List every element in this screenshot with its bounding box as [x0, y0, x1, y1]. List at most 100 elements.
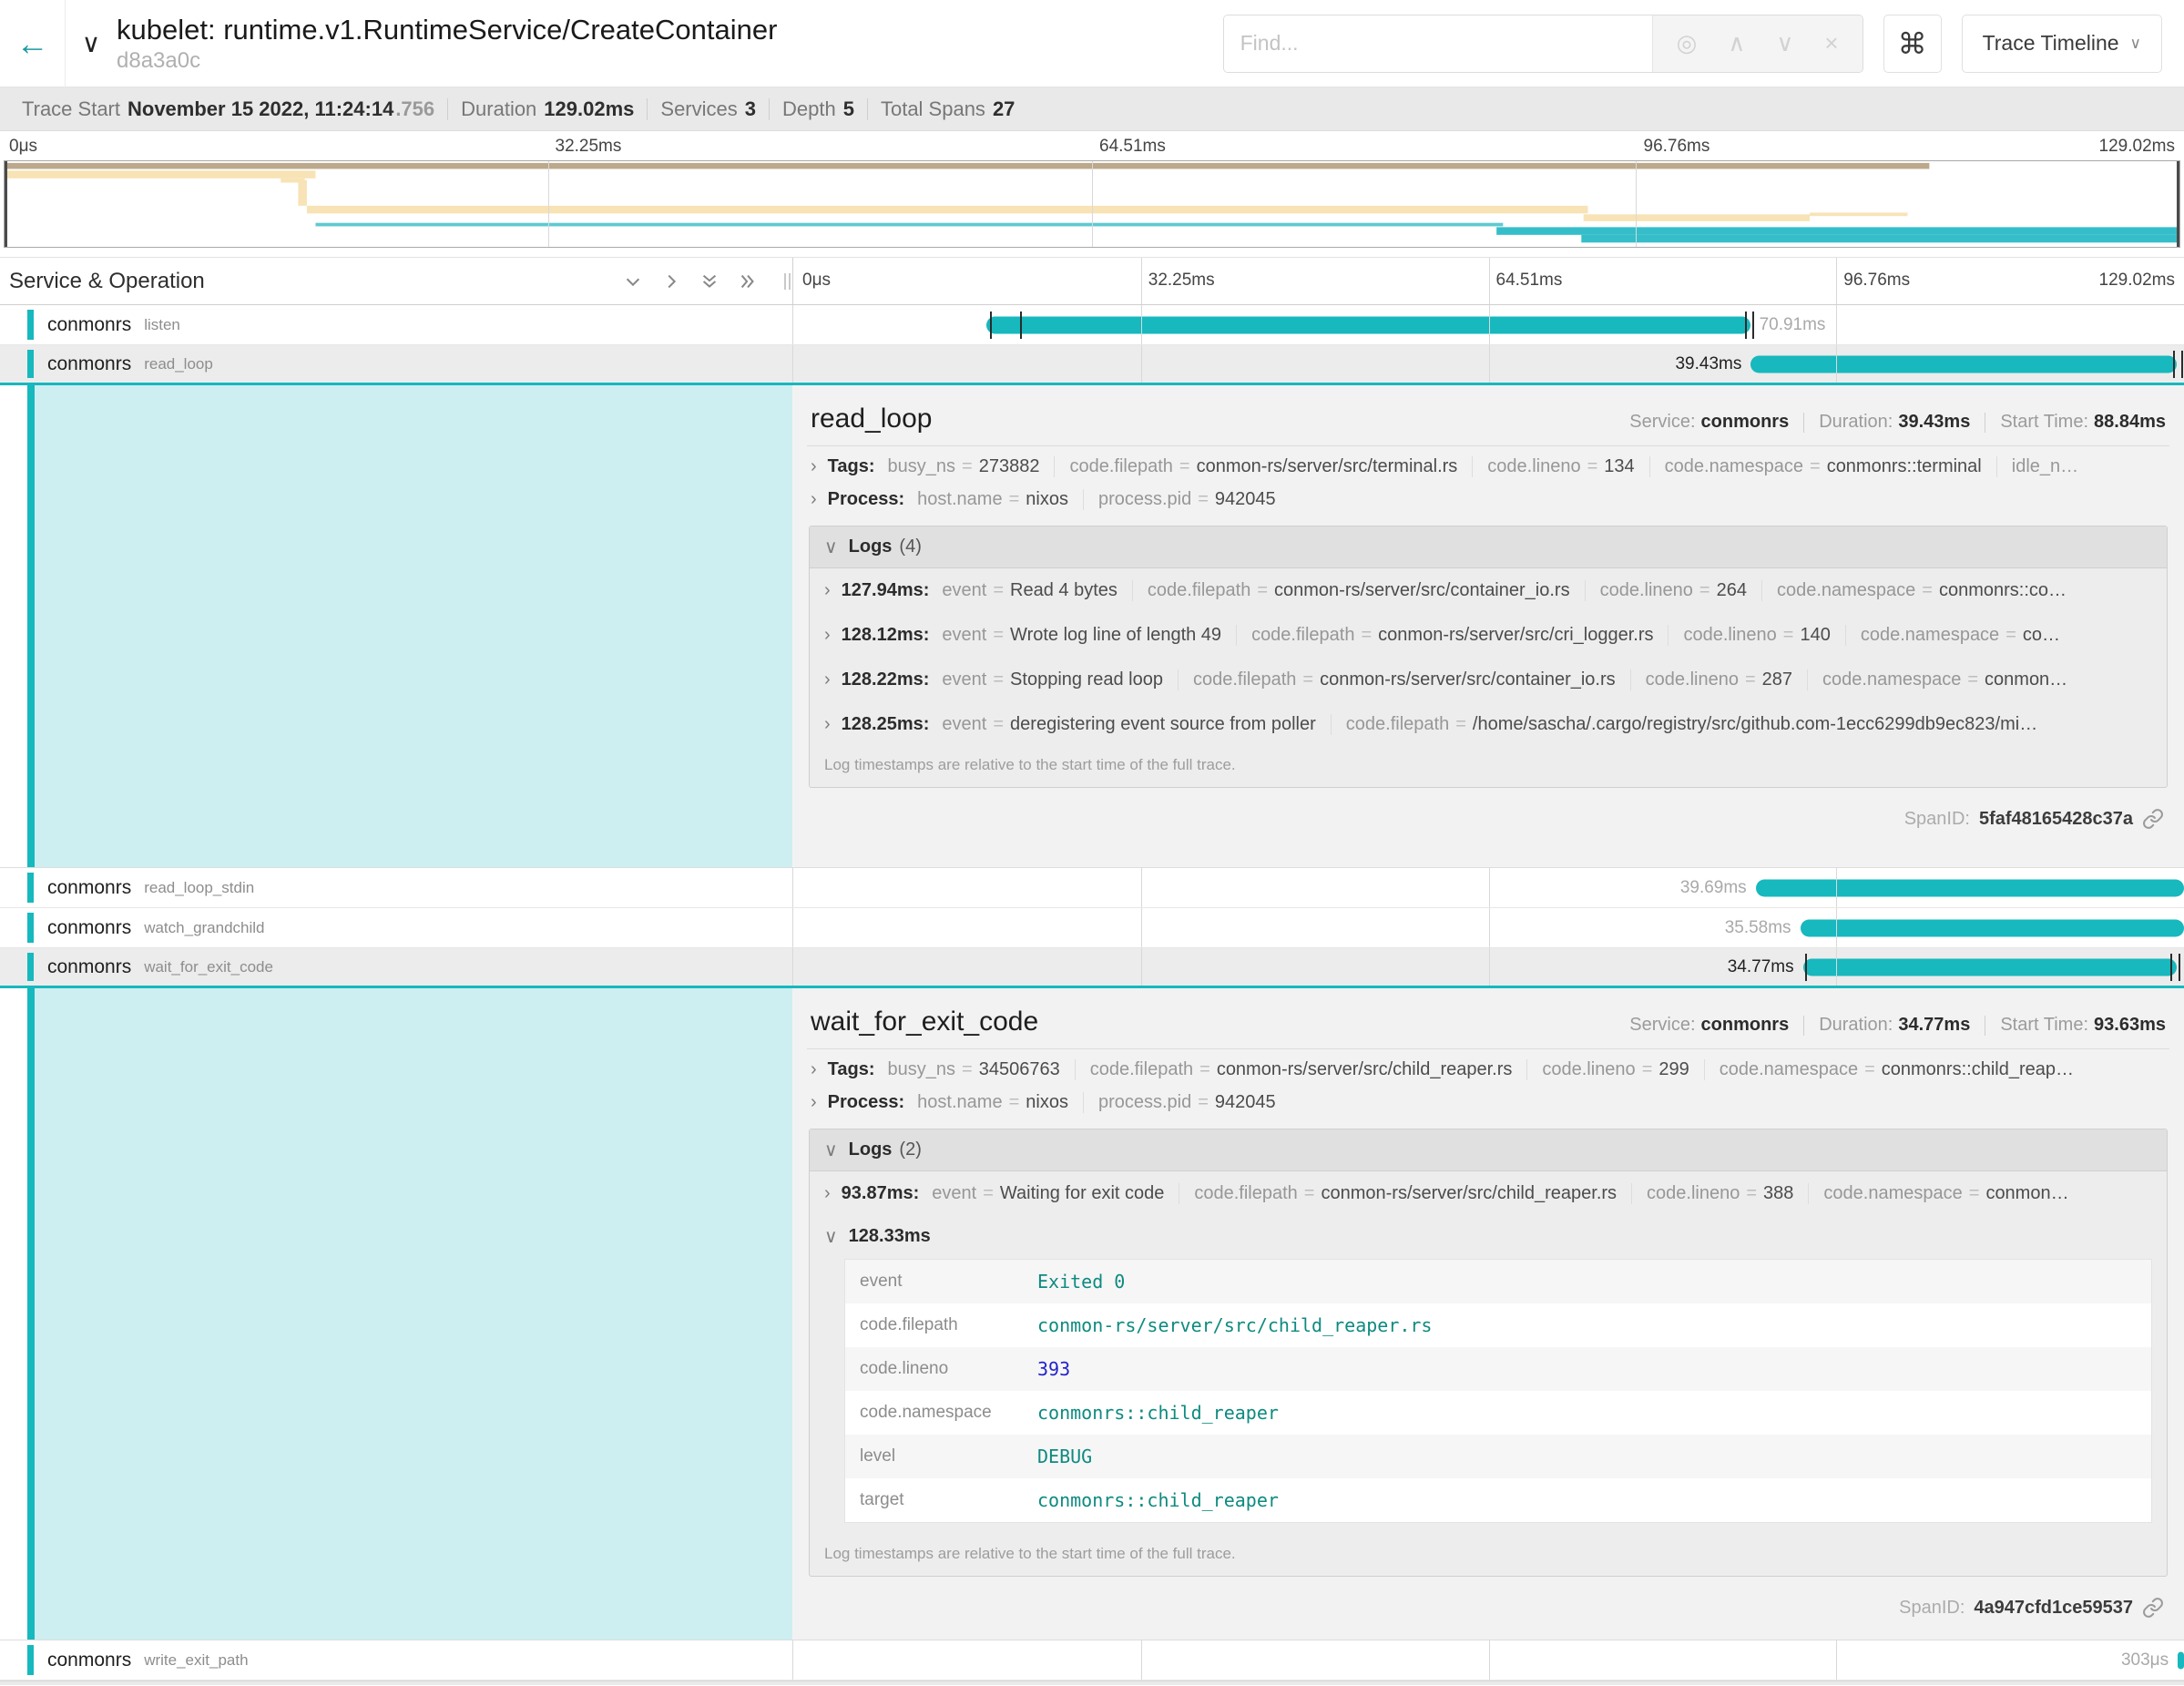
span-row-read-loop-stdin[interactable]: conmonrs read_loop_stdin 39.69ms — [0, 868, 2184, 908]
trace-services: Services 3 — [648, 97, 769, 121]
chevron-right-icon[interactable]: › — [811, 489, 817, 510]
minimap-left-handle[interactable] — [5, 161, 7, 247]
field-value: conmonrs::child_reaper — [1037, 1489, 1279, 1511]
span-name-cell[interactable]: conmonrs wait_for_exit_code — [0, 948, 792, 986]
process-row[interactable]: › Process: host.name=nixosprocess.pid=94… — [807, 1090, 2169, 1123]
chevron-right-icon[interactable]: › — [811, 1092, 817, 1113]
span-name-cell[interactable]: conmonrs read_loop — [0, 345, 792, 383]
chevron-right-icon[interactable]: › — [824, 714, 831, 735]
services-label: Services — [660, 97, 737, 121]
table-row: event Exited 0 — [845, 1260, 2151, 1303]
span-row-watch-grandchild[interactable]: conmonrs watch_grandchild 35.58ms — [0, 908, 2184, 948]
match-target-icon[interactable]: ◎ — [1677, 29, 1698, 57]
page-title: kubelet: runtime.v1.RuntimeService/Creat… — [117, 14, 777, 46]
span-duration-label: 39.69ms — [1671, 878, 1756, 898]
chevron-right-icon[interactable]: › — [811, 1059, 817, 1080]
link-icon[interactable] — [2142, 1597, 2164, 1619]
span-duration-bar[interactable] — [1750, 355, 2176, 373]
log-entry[interactable]: › 93.87ms: event=Waiting for exit codeco… — [810, 1171, 2167, 1216]
link-icon[interactable] — [2142, 808, 2164, 830]
double-chevron-right-icon[interactable] — [738, 271, 758, 291]
table-row: code.lineno 393 — [845, 1347, 2151, 1391]
clear-search-icon[interactable]: × — [1824, 29, 1838, 57]
logs-header[interactable]: ∨ Logs (2) — [810, 1129, 2167, 1171]
span-timeline-cell[interactable]: 35.58ms — [792, 908, 2184, 947]
service-name: conmonrs — [47, 353, 131, 375]
chevron-down-icon[interactable]: ∨ — [824, 1139, 838, 1161]
process-row[interactable]: › Process: host.name=nixosprocess.pid=94… — [807, 487, 2169, 520]
trace-start: Trace Start November 15 2022, 11:24:14 .… — [9, 97, 447, 121]
span-name-cell[interactable]: conmonrs watch_grandchild — [0, 908, 792, 947]
spanid-value: 5faf48165428c37a — [1979, 809, 2133, 830]
chevron-right-icon[interactable]: › — [824, 1183, 831, 1204]
log-kv: code.namespace=co… — [1845, 625, 2075, 646]
table-row: target conmonrs::child_reaper — [845, 1478, 2151, 1522]
log-entry[interactable]: › 128.25ms: event=deregistering event so… — [810, 702, 2167, 747]
prev-match-icon[interactable]: ∧ — [1728, 29, 1745, 57]
service-name: conmonrs — [47, 877, 131, 899]
next-match-icon[interactable]: ∨ — [1776, 29, 1793, 57]
span-row-write-exit-path[interactable]: conmonrs write_exit_path 303μs — [0, 1640, 2184, 1681]
service-operation-header: Service & Operation — [0, 258, 792, 304]
span-timeline-cell[interactable]: 39.69ms — [792, 868, 2184, 907]
duration-value: 129.02ms — [544, 97, 634, 121]
find-input[interactable] — [1224, 15, 1652, 72]
span-duration-bar[interactable] — [1756, 879, 2184, 896]
chevron-right-icon[interactable]: › — [824, 580, 831, 601]
chevron-right-icon[interactable]: › — [811, 456, 817, 477]
find-tools: ◎ ∧ ∨ × — [1652, 15, 1863, 72]
log-entry[interactable]: › 127.94ms: event=Read 4 bytescode.filep… — [810, 568, 2167, 613]
minimap-canvas[interactable] — [4, 160, 2180, 248]
tick-label: 129.02ms — [2099, 137, 2175, 157]
log-fields-table: event Exited 0 code.filepath conmon-rs/s… — [844, 1259, 2152, 1523]
span-duration-bar[interactable] — [1801, 919, 2184, 936]
start-time-label: Start Time: — [2000, 1015, 2088, 1036]
double-chevron-down-icon[interactable] — [699, 271, 719, 291]
log-entry-expanded[interactable]: ∨ 128.33ms — [810, 1216, 2167, 1252]
tick-label: 32.25ms — [1148, 271, 1215, 291]
span-timeline-cell[interactable]: 303μs — [792, 1640, 2184, 1680]
span-timeline-cell[interactable]: 34.77ms — [792, 948, 2184, 986]
chevron-right-icon[interactable]: › — [824, 669, 831, 690]
detail-left-gutter — [0, 988, 792, 1640]
minimap-right-handle[interactable] — [2177, 161, 2179, 247]
log-kv: code.lineno=287 — [1630, 669, 1807, 690]
keyboard-shortcuts-button[interactable]: ⌘ — [1883, 15, 1942, 73]
log-kv: code.filepath=conmon-rs/server/src/cri_l… — [1236, 625, 1668, 646]
chevron-right-icon[interactable]: › — [824, 625, 831, 646]
span-duration-bar[interactable] — [986, 316, 1750, 333]
trace-collapse-toggle[interactable]: ∨ — [66, 28, 117, 58]
tick-label: 96.76ms — [1843, 271, 1910, 291]
chevron-down-icon[interactable]: ∨ — [824, 536, 838, 558]
view-selector-button[interactable]: Trace Timeline ∨ — [1962, 15, 2162, 73]
span-name-cell[interactable]: conmonrs write_exit_path — [0, 1640, 792, 1680]
span-timeline-cell[interactable]: 39.43ms — [792, 345, 2184, 383]
log-entry[interactable]: › 128.12ms: event=Wrote log line of leng… — [810, 613, 2167, 658]
column-resize-handle[interactable] — [784, 273, 791, 290]
span-timeline-cell[interactable]: 70.91ms — [792, 305, 2184, 344]
tag-kv: code.lineno=299 — [1526, 1059, 1703, 1080]
chevron-down-icon[interactable]: ∨ — [824, 1225, 838, 1248]
span-row-wait-for-exit-code[interactable]: conmonrs wait_for_exit_code 34.77ms — [0, 948, 2184, 988]
log-entry[interactable]: › 128.22ms: event=Stopping read loopcode… — [810, 658, 2167, 702]
tick-label: 0μs — [9, 137, 37, 157]
span-name-cell[interactable]: conmonrs read_loop_stdin — [0, 868, 792, 907]
tag-kv: code.namespace=conmonrs::terminal — [1649, 456, 1996, 477]
span-duration-bar[interactable] — [2178, 1651, 2184, 1669]
back-arrow-icon: ← — [16, 25, 49, 63]
span-row-listen[interactable]: conmonrs listen 70.91ms — [0, 305, 2184, 345]
process-label: Process: — [828, 1092, 905, 1113]
logs-header[interactable]: ∨ Logs (4) — [810, 526, 2167, 568]
span-row-read-loop[interactable]: conmonrs read_loop 39.43ms — [0, 345, 2184, 385]
span-name-cell[interactable]: conmonrs listen — [0, 305, 792, 344]
chevron-right-icon[interactable] — [661, 271, 681, 291]
log-kv: code.filepath=/home/sascha/.cargo/regist… — [1331, 714, 2052, 735]
span-duration-bar[interactable] — [1803, 958, 2178, 976]
chevron-down-icon[interactable] — [623, 271, 643, 291]
log-kv: event=Waiting for exit code — [932, 1183, 1179, 1204]
tags-row[interactable]: › Tags: busy_ns=273882code.filepath=conm… — [807, 446, 2169, 487]
top-header: ← ∨ kubelet: runtime.v1.RuntimeService/C… — [0, 0, 2184, 87]
back-button[interactable]: ← — [0, 0, 66, 87]
log-kv: event=Stopping read loop — [942, 669, 1178, 690]
tags-row[interactable]: › Tags: busy_ns=34506763code.filepath=co… — [807, 1049, 2169, 1090]
